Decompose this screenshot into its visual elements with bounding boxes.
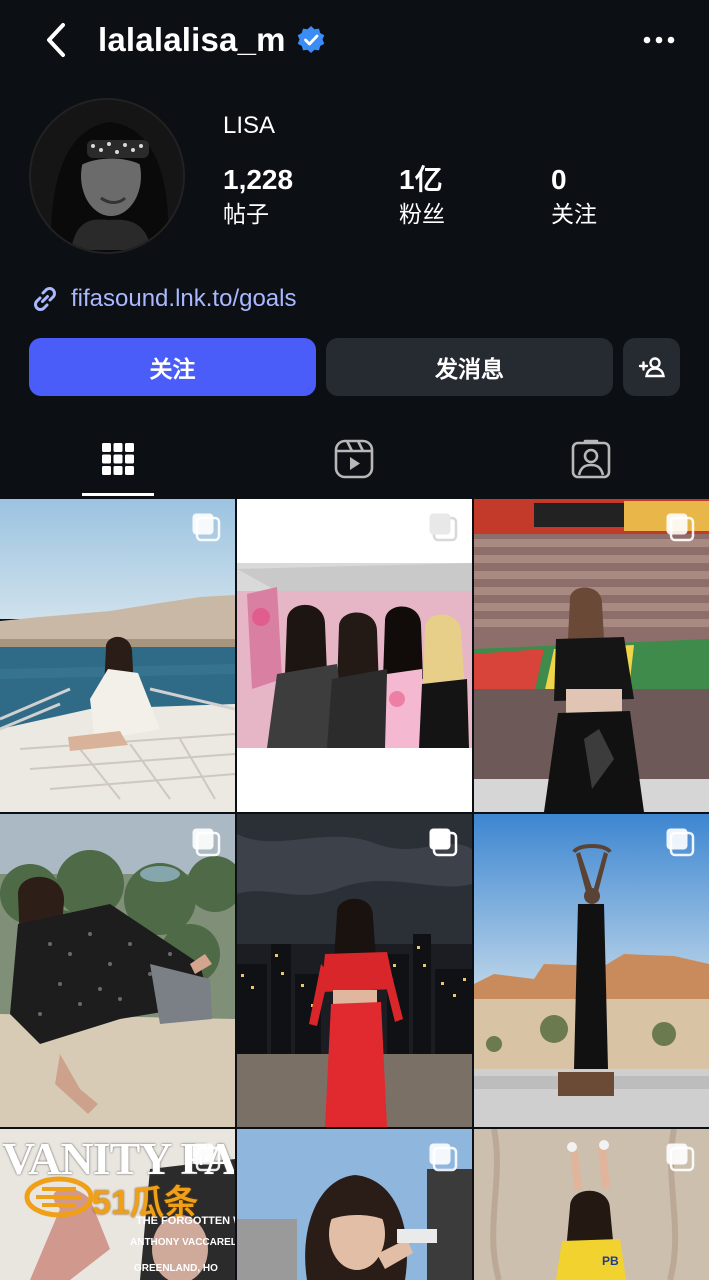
follow-button[interactable]: 关注 [29,338,316,396]
profile-avatar[interactable] [29,98,185,254]
post-1[interactable] [0,499,235,812]
multi-photo-icon [192,513,221,542]
post-3[interactable] [474,499,709,812]
followers-label: 粉丝 [399,201,445,227]
watermark-logo [24,1176,94,1218]
post-2[interactable] [237,499,472,812]
reels-tab[interactable] [236,420,472,498]
post-9[interactable]: PB [474,1129,709,1280]
svg-text:PB: PB [602,1254,619,1268]
followers-count: 1亿 [399,164,443,195]
multi-photo-icon [429,1143,458,1172]
top-bar: lalalalisa_m [0,0,709,82]
post-6[interactable] [474,814,709,1127]
profile-link[interactable]: fifasound.lnk.to/goals [29,283,296,315]
cover-line-2: ANTHONY VACCARELLO [130,1237,235,1248]
profile-tabs [0,420,709,498]
cover-line-3: GREENLAND, HO [134,1263,218,1274]
grid-icon [102,443,134,475]
tagged-person-icon [571,439,611,479]
multi-photo-icon [192,1143,221,1172]
stat-following[interactable]: 0 关注 [551,163,597,229]
link-icon [34,287,56,311]
suggest-people-button[interactable] [623,338,680,396]
grid-tab[interactable] [0,420,236,498]
display-name: LISA [223,112,276,139]
posts-count: 1,228 [223,164,294,195]
link-text: fifasound.lnk.to/goals [71,285,297,312]
multi-photo-icon [429,828,458,857]
following-label: 关注 [551,201,597,227]
chevron-left-icon [47,23,65,57]
back-button[interactable] [38,20,74,60]
post-8[interactable] [237,1129,472,1280]
selected-tab-indicator [82,493,154,496]
multi-photo-icon [666,1143,695,1172]
cover-line-1: THE FORGOTTEN WA [136,1215,235,1227]
username: lalalalisa_m [98,21,286,58]
more-horizontal-icon [643,36,675,44]
verified-badge-icon [296,25,326,55]
multi-photo-icon [429,513,458,542]
stat-posts[interactable]: 1,228 帖子 [223,163,293,229]
post-7[interactable]: VANITY FAIR 51瓜条 THE FORGOTTEN WA ANTHON… [0,1129,235,1280]
posts-grid: VANITY FAIR 51瓜条 THE FORGOTTEN WA ANTHON… [0,499,709,1280]
add-person-icon [638,357,665,378]
multi-photo-icon [666,513,695,542]
tagged-tab[interactable] [473,420,709,498]
message-button[interactable]: 发消息 [326,338,613,396]
stat-followers[interactable]: 1亿 粉丝 [399,163,445,229]
more-options-button[interactable] [637,24,681,56]
reels-icon [334,439,374,479]
multi-photo-icon [666,828,695,857]
following-count: 0 [551,164,567,195]
post-4[interactable] [0,814,235,1127]
posts-label: 帖子 [223,201,269,227]
username-header: lalalalisa_m [98,18,326,62]
post-5[interactable] [237,814,472,1127]
multi-photo-icon [192,828,221,857]
